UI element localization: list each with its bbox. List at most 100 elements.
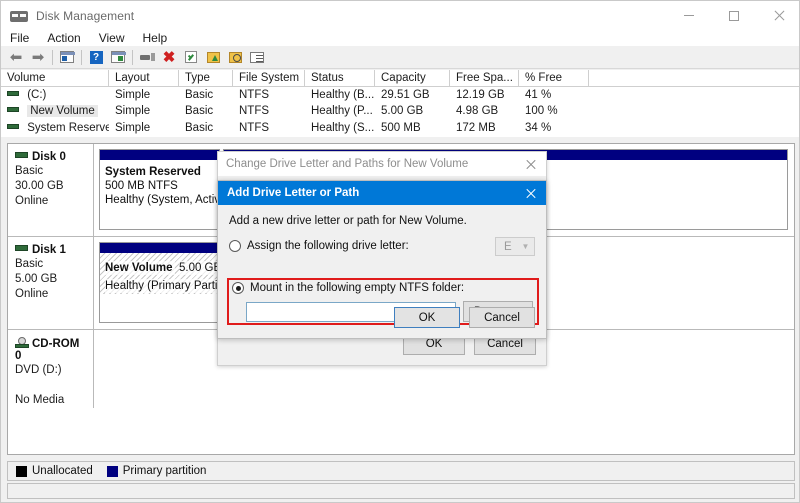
radio-assign-drive-letter[interactable] (229, 240, 241, 252)
column-header-file-system[interactable]: File System (233, 70, 305, 86)
toolbar-separator (81, 50, 82, 65)
cell-type: Basic (179, 103, 233, 119)
show-hide-console-tree-icon[interactable] (56, 47, 78, 67)
disk-state: Online (15, 194, 87, 209)
menu-file[interactable]: File (10, 31, 29, 45)
legend-label-unallocated: Unallocated (32, 465, 93, 477)
partition-health: Healthy (System, Active, P (105, 193, 219, 207)
inner-cancel-button[interactable]: Cancel (469, 307, 535, 328)
disk-size: 5.00 GB (15, 272, 87, 287)
volume-icon (7, 107, 19, 112)
table-row[interactable]: (C:) Simple Basic NTFS Healthy (B... 29.… (1, 87, 800, 103)
legend-swatch-unallocated (16, 466, 27, 477)
column-header-percent-free[interactable]: % Free (519, 70, 589, 86)
back-arrow-icon[interactable]: ⬅ (5, 47, 27, 67)
folder-search-icon[interactable] (224, 47, 246, 67)
disk-kind: Basic (15, 164, 87, 179)
menu-view[interactable]: View (99, 31, 125, 45)
cdrom-drive: DVD (D:) (15, 363, 87, 378)
window-controls (666, 1, 800, 30)
partition-color-band (100, 150, 219, 160)
forward-arrow-icon[interactable]: ➡ (27, 47, 49, 67)
radio-mount-in-folder[interactable] (232, 282, 244, 294)
assign-drive-letter-label: Assign the following drive letter: (247, 240, 409, 252)
add-drive-letter-dialog-title: Add Drive Letter or Path (218, 187, 514, 199)
menu-bar: File Action View Help (1, 30, 800, 46)
disk-icon (15, 245, 28, 251)
partition-label: System Reserved (105, 165, 219, 179)
assign-drive-letter-option[interactable]: Assign the following drive letter: E ▼ (229, 236, 535, 256)
partition-label: New Volume (105, 261, 175, 275)
column-header-filler (589, 70, 800, 86)
mount-folder-option[interactable]: Mount in the following empty NTFS folder… (232, 282, 464, 294)
partition-system-reserved[interactable]: System Reserved 500 MB NTFS Healthy (Sys… (99, 149, 220, 230)
column-header-volume[interactable]: Volume (1, 70, 109, 86)
column-header-capacity[interactable]: Capacity (375, 70, 450, 86)
column-header-free-space[interactable]: Free Spa... (450, 70, 519, 86)
cell-percent-free: 100 % (519, 103, 589, 119)
disk-state: Online (15, 287, 87, 302)
disk-management-icon (10, 8, 28, 24)
cdrom-name: CD-ROM 0 (15, 337, 87, 362)
table-row[interactable]: New Volume Simple Basic NTFS Healthy (P.… (1, 103, 800, 119)
column-header-status[interactable]: Status (305, 70, 375, 86)
inner-ok-button[interactable]: OK (394, 307, 460, 328)
disk-info-1[interactable]: Disk 1 Basic 5.00 GB Online (8, 237, 94, 329)
drive-letter-select[interactable]: E ▼ (495, 237, 535, 256)
close-icon[interactable] (514, 181, 546, 205)
volume-table: Volume Layout Type File System Status Ca… (1, 70, 800, 137)
folder-up-icon[interactable] (202, 47, 224, 67)
close-icon[interactable] (514, 152, 546, 176)
cell-type: Basic (179, 120, 233, 136)
cell-file-system: NTFS (233, 103, 305, 119)
add-drive-letter-or-path-dialog: Add Drive Letter or Path Add a new drive… (217, 180, 547, 339)
disk-name: Disk 1 (15, 244, 87, 256)
cell-capacity: 500 MB (375, 120, 450, 136)
add-drive-letter-dialog-titlebar: Add Drive Letter or Path (218, 181, 546, 205)
menu-help[interactable]: Help (143, 31, 168, 45)
disk-management-window: Disk Management File Action View Help ⬅ … (0, 0, 800, 503)
drive-letter-value: E (496, 241, 517, 253)
cell-layout: Simple (109, 120, 179, 136)
legend-swatch-primary-partition (107, 466, 118, 477)
delete-icon[interactable]: ✖ (158, 47, 180, 67)
toolbar-separator (132, 50, 133, 65)
change-drive-letter-dialog-titlebar: Change Drive Letter and Paths for New Vo… (218, 152, 546, 176)
column-header-layout[interactable]: Layout (109, 70, 179, 86)
cell-free-space: 4.98 GB (450, 103, 519, 119)
disk-info-0[interactable]: Disk 0 Basic 30.00 GB Online (8, 144, 94, 236)
help-icon[interactable]: ? (85, 47, 107, 67)
minimize-button[interactable] (666, 1, 711, 30)
cell-percent-free: 34 % (519, 120, 589, 136)
connect-icon[interactable] (136, 47, 158, 67)
maximize-button[interactable] (711, 1, 756, 30)
disk-size: 30.00 GB (15, 179, 87, 194)
change-drive-letter-dialog-title: Change Drive Letter and Paths for New Vo… (218, 158, 514, 170)
disk-kind: Basic (15, 257, 87, 272)
mount-in-folder-label: Mount in the following empty NTFS folder… (250, 282, 464, 294)
volume-icon (7, 124, 19, 129)
toolbar: ⬅ ➡ ? ✖ (1, 46, 800, 69)
title-bar: Disk Management (1, 1, 800, 30)
properties-window-icon[interactable] (107, 47, 129, 67)
cdrom-icon (15, 337, 29, 348)
add-drive-letter-dialog-buttons: OK Cancel (394, 307, 535, 328)
check-icon[interactable] (180, 47, 202, 67)
table-row[interactable]: System Reserved Simple Basic NTFS Health… (1, 120, 800, 136)
disk-icon (15, 152, 28, 158)
list-view-icon[interactable] (246, 47, 268, 67)
cell-volume: System Reserved (1, 120, 109, 136)
dialog-description: Add a new drive letter or path for New V… (229, 215, 535, 227)
cell-status: Healthy (P... (305, 103, 375, 119)
cell-layout: Simple (109, 103, 179, 119)
close-button[interactable] (756, 1, 800, 30)
cell-free-space: 172 MB (450, 120, 519, 136)
legend: Unallocated Primary partition (7, 461, 795, 481)
chevron-down-icon: ▼ (517, 242, 534, 251)
cell-status: Healthy (S... (305, 120, 375, 136)
toolbar-separator (52, 50, 53, 65)
cell-volume: New Volume (1, 103, 109, 119)
column-header-type[interactable]: Type (179, 70, 233, 86)
cdrom-info[interactable]: CD-ROM 0 DVD (D:) No Media (8, 330, 94, 408)
menu-action[interactable]: Action (47, 31, 80, 45)
